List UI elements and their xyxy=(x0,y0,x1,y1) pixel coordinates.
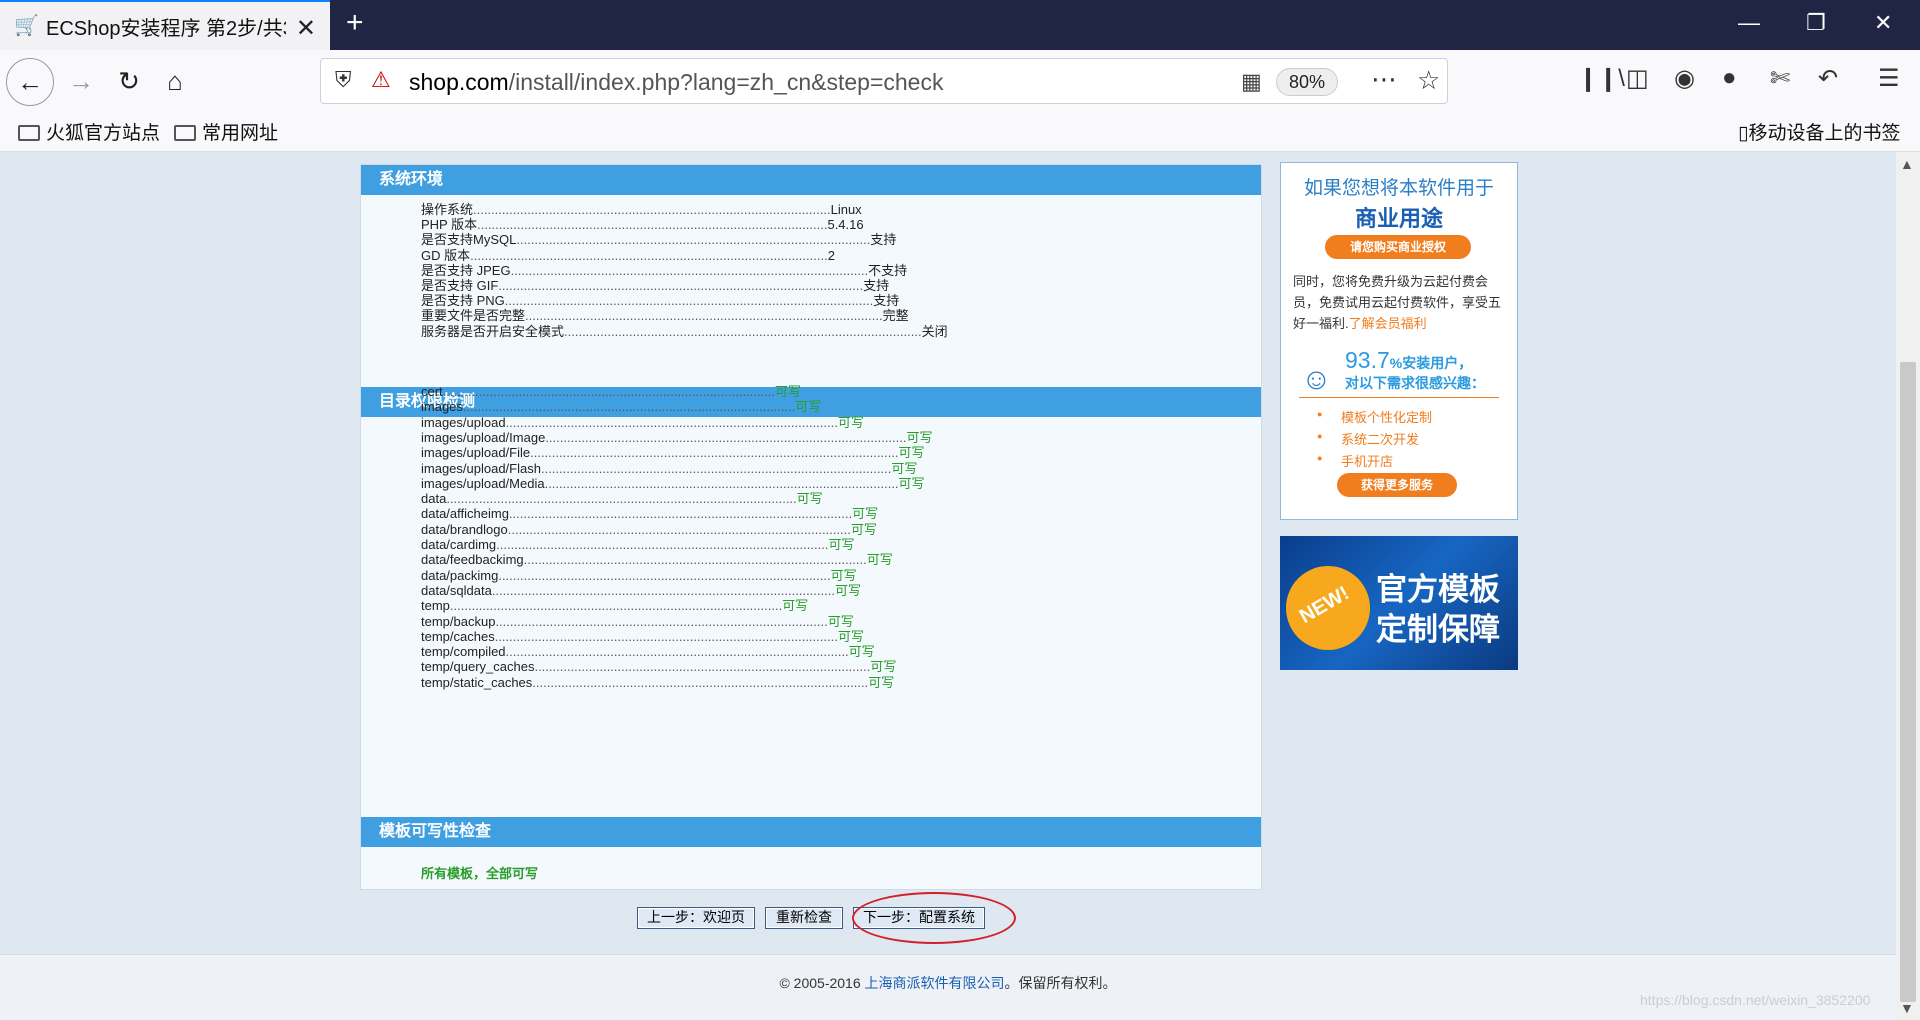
page-content: 系统环境 操作系统...............................… xyxy=(0,152,1896,1020)
reload-button[interactable]: ↻ xyxy=(110,63,148,101)
vertical-scrollbar[interactable]: ▲ ▼ xyxy=(1896,152,1920,1020)
qr-code-icon[interactable]: ▦ xyxy=(1241,69,1262,95)
scrollbar-thumb[interactable] xyxy=(1900,362,1916,1002)
highlight-ring xyxy=(852,892,1016,944)
reload-icon: ↻ xyxy=(118,66,140,96)
mobile-bookmarks[interactable]: ▯移动设备上的书签 xyxy=(1738,118,1900,145)
url-text[interactable]: shop.com/install/index.php?lang=zh_cn&st… xyxy=(409,69,943,96)
window-close-icon[interactable]: ✕ xyxy=(1874,10,1892,36)
ad-line1: 如果您想将本软件用于 xyxy=(1303,178,1494,199)
section-header-templates: 模板可写性检查 xyxy=(361,817,1261,847)
new-tab-icon[interactable]: + xyxy=(346,8,364,38)
ad-item: 系统二次开发 xyxy=(1317,429,1419,448)
banner-line2: 定制保障 xyxy=(1376,612,1500,647)
chat-icon[interactable]: ● xyxy=(1722,64,1737,92)
bookmark-label: 火狐官方站点 xyxy=(46,123,161,144)
ad-interest: 对以下需求很感兴趣： xyxy=(1345,375,1485,391)
percent-suffix: %安装用户， xyxy=(1389,355,1473,371)
watermark: https://blog.csdn.net/weixin_3852200 xyxy=(1640,992,1871,1008)
recheck-button[interactable]: 重新检查 xyxy=(765,907,843,929)
scroll-up-icon[interactable]: ▲ xyxy=(1900,156,1914,172)
section-header-env: 系统环境 xyxy=(361,165,1261,195)
company-link[interactable]: 上海商派软件有限公司 xyxy=(865,975,1005,991)
row-value: 支持 xyxy=(870,232,897,248)
smile-icon: ☺ xyxy=(1301,363,1332,396)
tab-bar: 🛒 ECShop安装程序 第2步/共3步 ✕ + — ❐ ✕ xyxy=(0,0,1920,50)
member-benefits-link[interactable]: 了解会员福利 xyxy=(1349,316,1427,331)
tab-title: ECShop安装程序 第2步/共3步 xyxy=(46,17,286,40)
ad-description: 同时，您将免费升级为云起付费会员，免费试用云起付费软件，享受五好一福利.了解会员… xyxy=(1293,271,1509,334)
check-row: temp/static_caches......................… xyxy=(421,674,894,692)
screenshot-crop-icon[interactable]: ✄ xyxy=(1770,64,1790,93)
bookmark-firefox-site[interactable]: 火狐官方站点 xyxy=(18,118,160,145)
forward-arrow-icon: → xyxy=(68,66,94,96)
row-value: 可写 xyxy=(866,552,893,568)
bookmarks-toolbar: 火狐官方站点 常用网址 ▯移动设备上的书签 xyxy=(0,112,1920,152)
folder-icon xyxy=(18,125,40,141)
restore-icon[interactable]: ❐ xyxy=(1806,10,1826,36)
mobile-device-icon: ▯ xyxy=(1738,123,1749,144)
navigation-toolbar: ← → ↻ ⌂ ⛨ ⚠ shop.com/install/index.php?l… xyxy=(0,50,1920,112)
close-tab-icon[interactable]: ✕ xyxy=(296,14,316,43)
sidebar-icon[interactable]: ◫ xyxy=(1626,64,1649,93)
home-icon: ⌂ xyxy=(167,66,183,96)
row-value: 可写 xyxy=(898,475,925,491)
insecure-lock-icon[interactable]: ⚠ xyxy=(371,67,391,93)
mobile-bookmarks-label: 移动设备上的书签 xyxy=(1748,123,1901,144)
folder-icon xyxy=(174,125,196,141)
home-button[interactable]: ⌂ xyxy=(156,63,194,101)
tracking-shield-icon[interactable]: ⛨ xyxy=(335,67,352,93)
shop-cart-icon: 🛒 xyxy=(14,15,39,37)
commercial-license-ad: 如果您想将本软件用于 商业用途 请您购买商业授权 同时，您将免费升级为云起付费会… xyxy=(1280,162,1518,520)
ad-divider xyxy=(1299,397,1499,398)
undo-icon[interactable]: ↶ xyxy=(1818,64,1838,93)
row-value: 关闭 xyxy=(921,323,948,339)
back-arrow-icon: ← xyxy=(17,67,43,97)
back-button[interactable]: ← xyxy=(6,58,54,106)
row-leader-dots: ........................................… xyxy=(532,674,869,690)
template-result: 所有模板，全部可写 xyxy=(421,866,539,881)
row-label: 服务器是否开启安全模式 xyxy=(421,323,565,339)
minimize-icon[interactable]: — xyxy=(1738,10,1760,36)
copyright: © 2005-2016 上海商派软件有限公司。保留所有权利。 xyxy=(0,973,1896,993)
row-label: temp/static_caches xyxy=(421,674,533,690)
ad-item: 手机开店 xyxy=(1317,451,1393,470)
buy-license-button[interactable]: 请您购买商业授权 xyxy=(1325,235,1471,259)
scroll-down-icon[interactable]: ▼ xyxy=(1900,1000,1914,1016)
browser-tab[interactable]: 🛒 ECShop安装程序 第2步/共3步 ✕ xyxy=(0,0,330,50)
check-row: 服务器是否开启安全模式.............................… xyxy=(421,323,948,341)
banner-line1: 官方模板 xyxy=(1376,572,1500,607)
account-icon[interactable]: ◉ xyxy=(1674,64,1695,93)
prev-step-button[interactable]: 上一步：欢迎页 xyxy=(637,907,755,929)
library-icon[interactable]: ❙❙\ xyxy=(1578,64,1625,93)
row-value: 可写 xyxy=(834,582,861,598)
url-bar[interactable]: ⛨ ⚠ shop.com/install/index.php?lang=zh_c… xyxy=(320,58,1448,104)
template-banner-ad[interactable]: NEW! 官方模板 定制保障 xyxy=(1280,536,1518,670)
more-services-button[interactable]: 获得更多服务 xyxy=(1337,473,1457,497)
page-actions-icon[interactable]: ⋯ xyxy=(1371,64,1397,95)
menu-icon[interactable]: ☰ xyxy=(1878,64,1900,93)
row-value: 可写 xyxy=(850,521,877,537)
ad-percentage: 93.7%安装用户， xyxy=(1345,347,1472,374)
bookmark-label: 常用网址 xyxy=(202,123,279,144)
page-footer: © 2005-2016 上海商派软件有限公司。保留所有权利。 xyxy=(0,954,1896,1020)
zoom-level-button[interactable]: 80% xyxy=(1276,68,1338,96)
forward-button[interactable]: → xyxy=(62,63,100,101)
ad-item: 模板个性化定制 xyxy=(1317,407,1432,426)
bookmark-star-icon[interactable]: ☆ xyxy=(1417,65,1440,96)
copy-suffix: 。保留所有权利。 xyxy=(1004,975,1117,991)
check-panel: 系统环境 操作系统...............................… xyxy=(360,164,1262,890)
row-value: 可写 xyxy=(868,674,895,690)
url-path: /install/index.php?lang=zh_cn&step=check xyxy=(508,69,944,95)
copy-prefix: © 2005-2016 xyxy=(779,975,865,991)
bookmark-common-sites[interactable]: 常用网址 xyxy=(174,118,278,145)
percent-value: 93.7 xyxy=(1345,347,1390,373)
row-leader-dots: ........................................… xyxy=(564,323,922,339)
url-host: shop.com xyxy=(409,69,509,95)
ad-line2: 商业用途 xyxy=(1354,206,1443,231)
